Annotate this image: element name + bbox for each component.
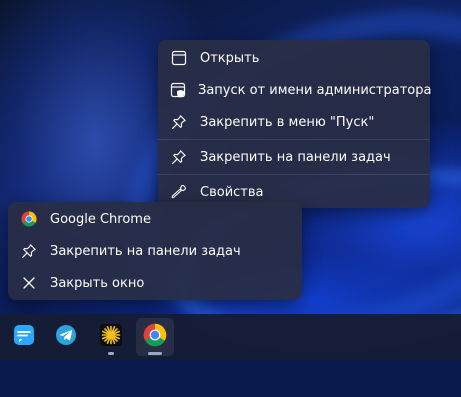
pin-icon — [170, 113, 188, 131]
taskbar-app-star[interactable] — [92, 318, 130, 356]
menu-separator — [158, 174, 430, 175]
pin-icon — [20, 242, 38, 260]
menu-item-google-chrome[interactable]: Google Chrome — [8, 203, 302, 235]
active-indicator — [148, 352, 162, 355]
chrome-icon — [20, 210, 38, 228]
menu-item-pin-to-taskbar[interactable]: Закрепить на панели задач — [158, 141, 430, 173]
chat-bubble-icon — [13, 324, 35, 350]
taskbar-app-telegram[interactable] — [47, 318, 85, 356]
menu-item-label: Запуск от имени администратора — [198, 82, 432, 98]
menu-item-open[interactable]: Открыть — [158, 42, 430, 74]
menu-item-pin-to-start[interactable]: Закрепить в меню "Пуск" — [158, 106, 430, 138]
telegram-icon — [55, 324, 77, 350]
menu-item-label: Закрепить на панели задач — [50, 243, 241, 259]
menu-item-label: Закрепить в меню "Пуск" — [200, 114, 375, 130]
close-icon — [20, 274, 38, 292]
app-context-menu: Открыть Запуск от имени администратора З… — [158, 40, 432, 208]
menu-item-label: Открыть — [200, 50, 260, 66]
menu-item-pin-to-taskbar[interactable]: Закрепить на панели задач — [8, 235, 302, 267]
menu-item-close-window[interactable]: Закрыть окно — [8, 267, 302, 299]
admin-shield-icon — [170, 81, 186, 99]
window-icon — [170, 49, 188, 67]
menu-item-label: Google Chrome — [50, 211, 151, 227]
taskbar-app-messenger[interactable] — [5, 318, 43, 356]
starburst-icon — [99, 323, 123, 351]
menu-item-label: Закрепить на панели задач — [200, 149, 391, 165]
taskbar — [0, 314, 461, 360]
window-context-menu: Google Chrome Закрепить на панели задач … — [8, 202, 302, 300]
menu-item-label: Свойства — [200, 184, 264, 200]
menu-item-run-as-admin[interactable]: Запуск от имени администратора — [158, 74, 432, 106]
wrench-icon — [170, 183, 188, 201]
chrome-icon — [143, 323, 167, 351]
menu-separator — [158, 139, 430, 140]
pin-icon — [170, 148, 188, 166]
menu-item-label: Закрыть окно — [50, 275, 145, 291]
taskbar-app-google-chrome[interactable] — [136, 318, 174, 356]
running-indicator — [108, 352, 114, 355]
